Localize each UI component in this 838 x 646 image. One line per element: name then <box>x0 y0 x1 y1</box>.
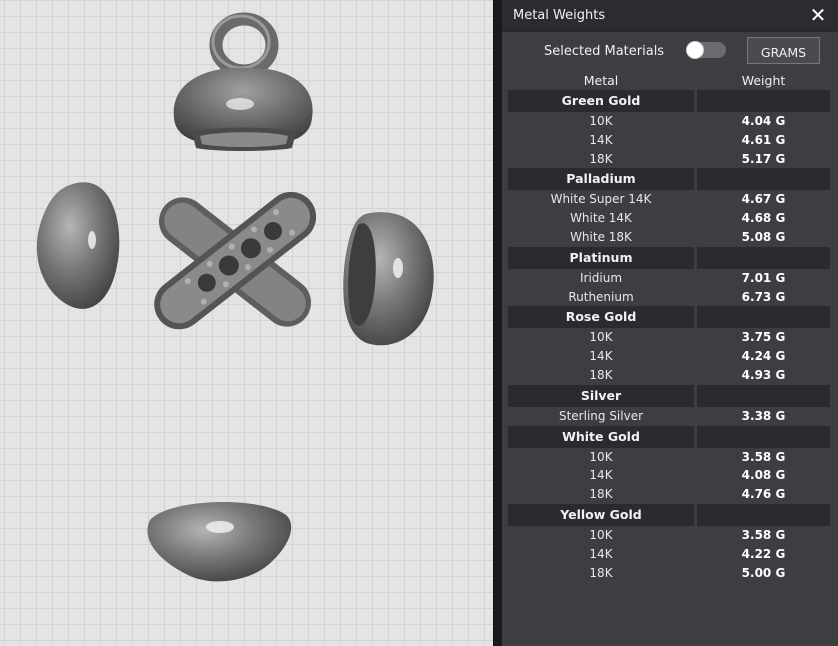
group-name: Rose Gold <box>508 306 694 329</box>
metal-name: Iridium <box>579 270 623 285</box>
metal-weight: 7.01 G <box>741 270 786 285</box>
panel-title: Metal Weights <box>513 8 606 23</box>
metal-row: White 18K 5.08 G <box>508 228 830 247</box>
metal-weight: 3.58 G <box>741 449 786 464</box>
metal-row: 14K 4.22 G <box>508 545 830 564</box>
metal-row: White 14K 4.68 G <box>508 209 830 228</box>
group-weight-cell <box>697 384 830 407</box>
metal-row: White Super 14K 4.67 G <box>508 190 830 209</box>
right-ring <box>343 212 434 346</box>
group-header-row: Rose Gold <box>508 306 830 329</box>
metal-row: 14K 4.24 G <box>508 347 830 366</box>
metal-weight: 4.04 G <box>741 114 786 128</box>
metal-row: 10K 3.75 G <box>508 328 830 347</box>
group-header-row: Palladium <box>508 168 830 191</box>
group-weight-cell <box>697 503 830 526</box>
close-icon[interactable]: ✕ <box>808 4 828 26</box>
metal-name: 10K <box>589 527 613 542</box>
group-name: White Gold <box>508 425 694 448</box>
column-header-weight: Weight <box>741 73 786 88</box>
group-weight-cell <box>697 90 830 112</box>
unit-grams-button[interactable]: GRAMS <box>747 37 820 64</box>
group-name: Yellow Gold <box>508 503 694 526</box>
metal-name: 10K <box>589 114 613 128</box>
group-header-row: Yellow Gold <box>508 503 830 526</box>
metal-weight: 4.93 G <box>741 367 786 382</box>
metal-weight: 4.08 G <box>741 468 786 483</box>
group-name: Palladium <box>508 168 694 191</box>
metal-weight: 5.00 G <box>741 565 786 580</box>
metal-weight: 4.24 G <box>741 349 786 364</box>
selected-materials-label: Selected Materials <box>544 44 665 59</box>
group-name: Green Gold <box>508 90 694 112</box>
metal-name: 14K <box>589 349 613 364</box>
group-header-row: White Gold <box>508 425 830 448</box>
metal-row: 14K 4.08 G <box>508 466 830 485</box>
metal-name: 18K <box>589 367 613 382</box>
toggle-knob <box>686 41 704 59</box>
group-header-row: Platinum <box>508 246 830 269</box>
metal-weight: 5.17 G <box>741 151 786 166</box>
metal-weights-table: Green Gold 10K 4.04 G 14K 4.61 G 18K 5.17 G Pal… <box>508 90 830 582</box>
group-weight-cell <box>697 246 830 269</box>
metal-row: 10K 3.58 G <box>508 526 830 545</box>
metal-row: 18K 4.93 G <box>508 366 830 385</box>
metal-name: White 18K <box>570 229 632 244</box>
metal-name: White Super 14K <box>550 192 652 207</box>
metal-weight: 4.76 G <box>741 487 786 502</box>
metal-name: 10K <box>589 330 613 345</box>
metal-weight: 3.58 G <box>741 527 786 542</box>
metal-weight: 4.67 G <box>741 192 786 207</box>
metal-name: Sterling Silver <box>558 408 644 423</box>
group-header-row: Silver <box>508 384 830 407</box>
metal-name: Ruthenium <box>568 289 634 304</box>
pendant-bail <box>173 12 313 151</box>
metal-name: White 14K <box>570 211 632 226</box>
metal-weights-panel: Metal Weights ✕ Selected Materials GRAMS… <box>502 0 838 646</box>
metal-row: Iridium 7.01 G <box>508 269 830 288</box>
jewelry-model[interactable] <box>0 0 493 646</box>
group-name: Silver <box>508 384 694 407</box>
metal-name: 18K <box>589 151 613 166</box>
metal-row: 10K 4.04 G <box>508 112 830 131</box>
panel-header: Metal Weights ✕ <box>502 0 838 32</box>
crossed-bands <box>154 191 317 330</box>
metal-weight: 3.75 G <box>741 330 786 345</box>
metal-name: 14K <box>589 546 613 561</box>
metal-row: Ruthenium 6.73 G <box>508 288 830 307</box>
metal-name: 18K <box>589 565 613 580</box>
metal-row: 18K 5.17 G <box>508 150 830 169</box>
metal-weight: 3.38 G <box>741 408 786 423</box>
group-header-row: Green Gold <box>508 90 830 112</box>
metal-row: 14K 4.61 G <box>508 131 830 150</box>
group-name: Platinum <box>508 246 694 269</box>
metal-row: Sterling Silver 3.38 G <box>508 407 830 426</box>
group-weight-cell <box>697 168 830 191</box>
metal-name: 10K <box>589 449 613 464</box>
metal-name: 18K <box>589 487 613 502</box>
group-weight-cell <box>697 306 830 329</box>
metal-row: 18K 5.00 G <box>508 564 830 583</box>
group-weight-cell <box>697 425 830 448</box>
metal-name: 14K <box>589 468 613 483</box>
metal-row: 18K 4.76 G <box>508 485 830 504</box>
selected-materials-toggle[interactable] <box>686 41 726 59</box>
metal-name: 14K <box>589 132 613 147</box>
column-header-metal: Metal <box>583 73 619 88</box>
metal-weight: 5.08 G <box>741 229 786 244</box>
3d-viewport[interactable] <box>0 0 493 646</box>
bottom-cap <box>147 502 292 582</box>
metal-row: 10K 3.58 G <box>508 448 830 467</box>
metal-weight: 4.68 G <box>741 211 786 226</box>
metal-weight: 6.73 G <box>741 289 786 304</box>
metal-weight: 4.22 G <box>741 546 786 561</box>
left-cap <box>36 182 120 309</box>
metal-weight: 4.61 G <box>741 132 786 147</box>
